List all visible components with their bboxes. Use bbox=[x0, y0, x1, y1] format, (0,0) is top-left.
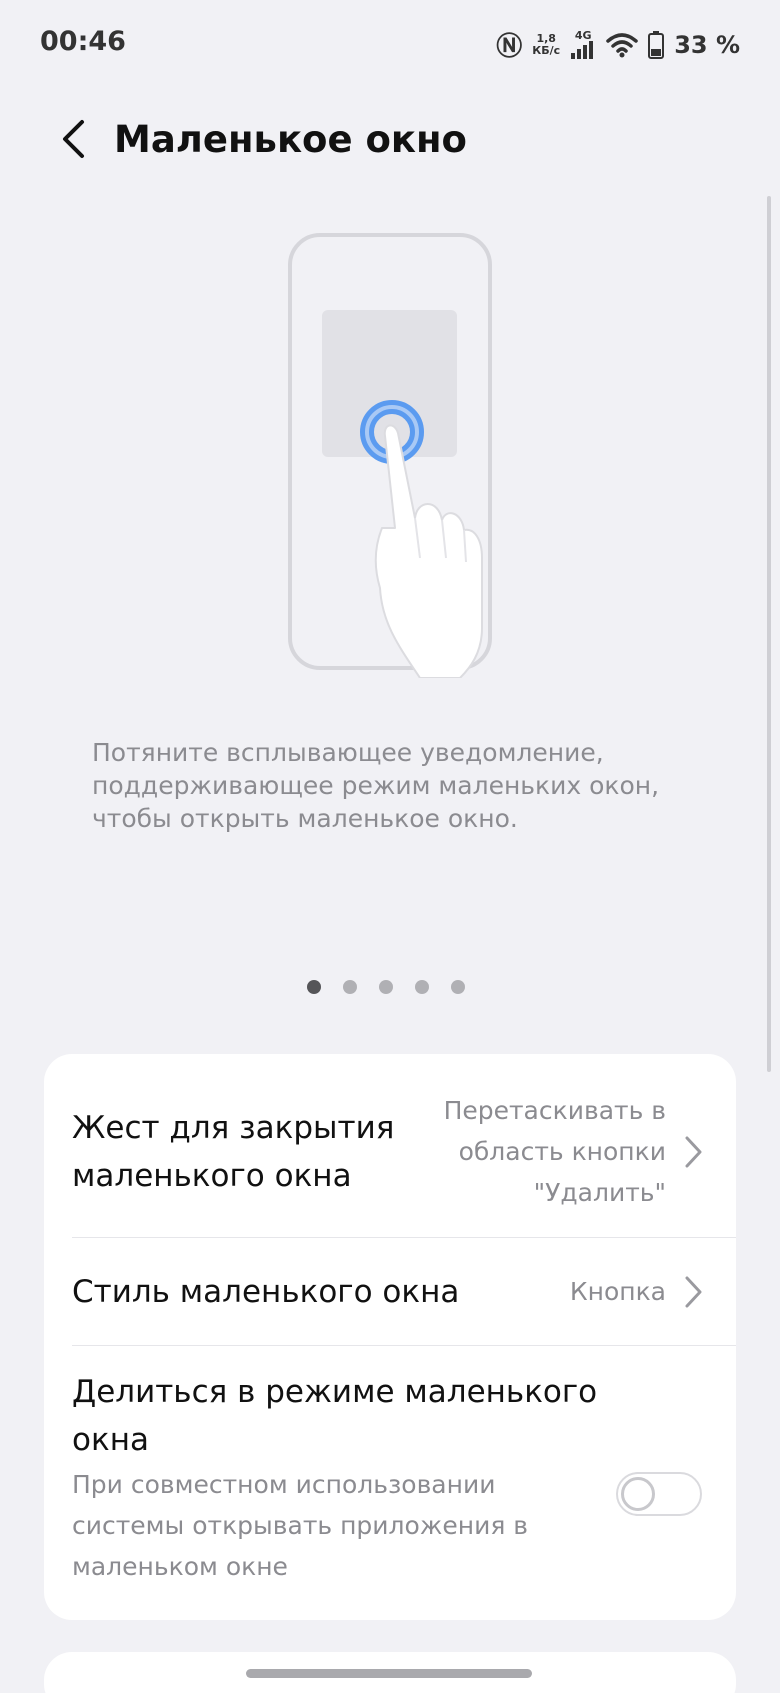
battery-percent: 33 % bbox=[674, 30, 740, 59]
close-gesture-value-line2: область кнопки bbox=[458, 1137, 666, 1166]
tutorial-illustration bbox=[288, 233, 492, 678]
back-button[interactable] bbox=[48, 114, 98, 164]
share-mode-row[interactable]: Делиться в режиме маленького окна При со… bbox=[44, 1346, 736, 1620]
tutorial-description: Потяните всплывающее уведомление, поддер… bbox=[92, 738, 660, 833]
share-mode-subtitle-line1: При совместном использовании bbox=[72, 1470, 496, 1499]
share-mode-subtitle-line2: системы открывать приложения в bbox=[72, 1511, 529, 1540]
close-gesture-row[interactable]: Жест для закрытия маленького окна Перета… bbox=[44, 1054, 736, 1237]
page-dot[interactable] bbox=[415, 980, 429, 994]
home-indicator[interactable] bbox=[246, 1669, 532, 1678]
header: Маленькое окно bbox=[0, 100, 780, 180]
status-time: 00:46 bbox=[40, 26, 126, 57]
window-style-value: Кнопка bbox=[569, 1277, 666, 1306]
page-title: Маленькое окно bbox=[114, 118, 467, 161]
pagination-dots[interactable] bbox=[307, 980, 465, 994]
status-icons: Ⓝ 1,8 КБ/с 4G 33 % bbox=[496, 26, 740, 63]
nfc-icon: Ⓝ bbox=[496, 32, 523, 62]
page-dot[interactable] bbox=[343, 980, 357, 994]
share-mode-toggle[interactable] bbox=[616, 1472, 702, 1516]
battery-icon bbox=[648, 30, 665, 59]
settings-card: Жест для закрытия маленького окна Перета… bbox=[44, 1054, 736, 1620]
back-arrow-icon bbox=[63, 120, 84, 158]
close-gesture-title-line2: маленького окна bbox=[72, 1158, 352, 1194]
network-speed-unit: КБ/с bbox=[532, 43, 561, 57]
chevron-right-icon bbox=[685, 1136, 702, 1168]
scrollbar[interactable] bbox=[767, 196, 771, 1072]
network-type: 4G bbox=[574, 29, 592, 42]
toggle-knob bbox=[621, 1477, 655, 1511]
chevron-right-icon bbox=[685, 1276, 702, 1308]
window-style-title: Стиль маленького окна bbox=[72, 1274, 460, 1310]
share-mode-title-line1: Делиться в режиме маленького bbox=[72, 1374, 598, 1410]
network-speed: 1,8 КБ/с bbox=[532, 32, 561, 57]
page-dot[interactable] bbox=[307, 980, 321, 994]
cellular-indicator: 4G bbox=[570, 30, 596, 59]
signal-icon bbox=[571, 41, 594, 59]
close-gesture-value-line1: Перетаскивать в bbox=[443, 1096, 666, 1125]
close-gesture-title-line1: Жест для закрытия bbox=[72, 1110, 395, 1146]
share-mode-title-line2: окна bbox=[72, 1422, 149, 1458]
share-mode-subtitle-line3: маленьком окне bbox=[72, 1552, 288, 1581]
page-dot[interactable] bbox=[451, 980, 465, 994]
status-bar: 00:46 Ⓝ 1,8 КБ/с 4G 33 % bbox=[0, 0, 780, 90]
close-gesture-value-line3: "Удалить" bbox=[533, 1178, 666, 1207]
wifi-icon bbox=[606, 32, 638, 57]
window-style-row[interactable]: Стиль маленького окна Кнопка bbox=[44, 1238, 736, 1345]
page-dot[interactable] bbox=[379, 980, 393, 994]
